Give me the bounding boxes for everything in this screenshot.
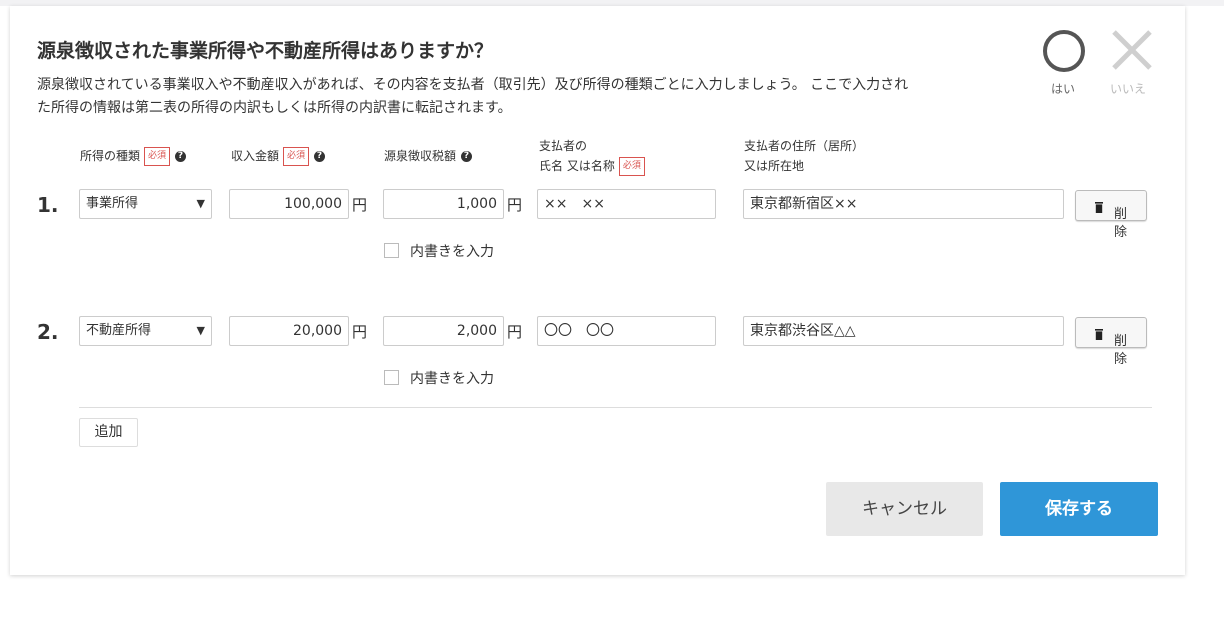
withholding-income-dialog: 源泉徴収された事業所得や不動産所得はありますか？ 源泉徴収されている事業収入や不…: [10, 6, 1185, 575]
header-income-amount-label: 収入金額: [231, 149, 280, 163]
no-cross-icon[interactable]: [1106, 24, 1158, 76]
income-amount-input[interactable]: 100,000: [229, 189, 349, 219]
cancel-button[interactable]: キャンセル: [826, 482, 983, 536]
delete-row-button[interactable]: 削 除: [1075, 317, 1147, 367]
income-type-value: 不動産所得: [86, 323, 152, 338]
help-icon[interactable]: ?: [175, 151, 187, 162]
trash-icon: [1095, 329, 1103, 340]
withholding-input[interactable]: 1,000: [383, 189, 504, 219]
row-number: 1.: [37, 193, 59, 217]
triangle-down-icon: ▼: [196, 197, 205, 210]
payer-address-input[interactable]: 東京都渋谷区△△: [743, 316, 1064, 346]
required-badge: 必須: [618, 157, 645, 176]
payer-name-input[interactable]: ×× ××: [537, 189, 716, 219]
header-payer-line1: 支払者の: [539, 139, 588, 153]
help-icon[interactable]: ?: [461, 151, 473, 162]
yes-circle-icon[interactable]: [1043, 30, 1085, 72]
delete-label-1: 削: [1114, 334, 1128, 349]
yes-label[interactable]: はい: [1051, 80, 1075, 97]
payer-address-input[interactable]: 東京都新宿区××: [743, 189, 1064, 219]
dialog-description: 源泉徴収されている事業収入や不動産収入があれば、その内容を支払者（取引先）及び所…: [37, 77, 909, 116]
trash-icon: [1095, 202, 1103, 213]
yen-unit: 円: [352, 196, 368, 214]
delete-label-1: 削: [1114, 207, 1128, 222]
header-income-type-label: 所得の種類: [80, 149, 141, 163]
income-type-select[interactable]: 事業所得 ▼: [79, 189, 212, 219]
breakdown-label[interactable]: 内書きを入力: [410, 368, 494, 388]
header-address-line2: 又は所在地: [744, 159, 805, 173]
header-payer-line2: 氏名 又は名称: [539, 159, 615, 173]
yen-unit: 円: [507, 323, 523, 341]
delete-label-2: 除: [1114, 225, 1128, 240]
header-address-line1: 支払者の住所（居所）: [744, 139, 865, 153]
no-label[interactable]: いいえ: [1110, 80, 1146, 97]
dialog-title: 源泉徴収された事業所得や不動産所得はありますか？: [37, 40, 494, 62]
yen-unit: 円: [352, 323, 368, 341]
yen-unit: 円: [507, 196, 523, 214]
header-payer: 支払者の 氏名 又は名称 必須: [539, 136, 645, 176]
divider: [79, 407, 1152, 408]
breakdown-checkbox[interactable]: [384, 243, 399, 258]
breakdown-checkbox[interactable]: [384, 370, 399, 385]
required-badge: 必須: [283, 147, 310, 166]
income-type-value: 事業所得: [86, 196, 139, 211]
delete-row-button[interactable]: 削 除: [1075, 190, 1147, 240]
row-number: 2.: [37, 320, 59, 344]
header-address: 支払者の住所（居所） 又は所在地: [744, 136, 864, 176]
save-button[interactable]: 保存する: [1000, 482, 1158, 536]
delete-label-2: 除: [1114, 352, 1128, 367]
income-row: 1. 事業所得 ▼ 100,000 円 1,000 円 ×× ×× 東京都新宿区…: [10, 189, 1185, 299]
income-type-select[interactable]: 不動産所得 ▼: [79, 316, 212, 346]
required-badge: 必須: [144, 147, 171, 166]
header-withholding: 源泉徴収税額?: [384, 146, 473, 166]
header-withholding-label: 源泉徴収税額: [384, 149, 457, 163]
triangle-down-icon: ▼: [196, 324, 205, 337]
breakdown-label[interactable]: 内書きを入力: [410, 241, 494, 261]
header-income-type: 所得の種類 必須?: [80, 146, 187, 166]
income-row: 2. 不動産所得 ▼ 20,000 円 2,000 円 〇〇 〇〇 東京都渋谷区…: [10, 316, 1185, 426]
help-icon[interactable]: ?: [314, 151, 326, 162]
withholding-input[interactable]: 2,000: [383, 316, 504, 346]
income-amount-input[interactable]: 20,000: [229, 316, 349, 346]
payer-name-input[interactable]: 〇〇 〇〇: [537, 316, 716, 346]
header-income-amount: 収入金額 必須?: [231, 146, 326, 166]
add-row-button[interactable]: 追加: [79, 418, 138, 447]
